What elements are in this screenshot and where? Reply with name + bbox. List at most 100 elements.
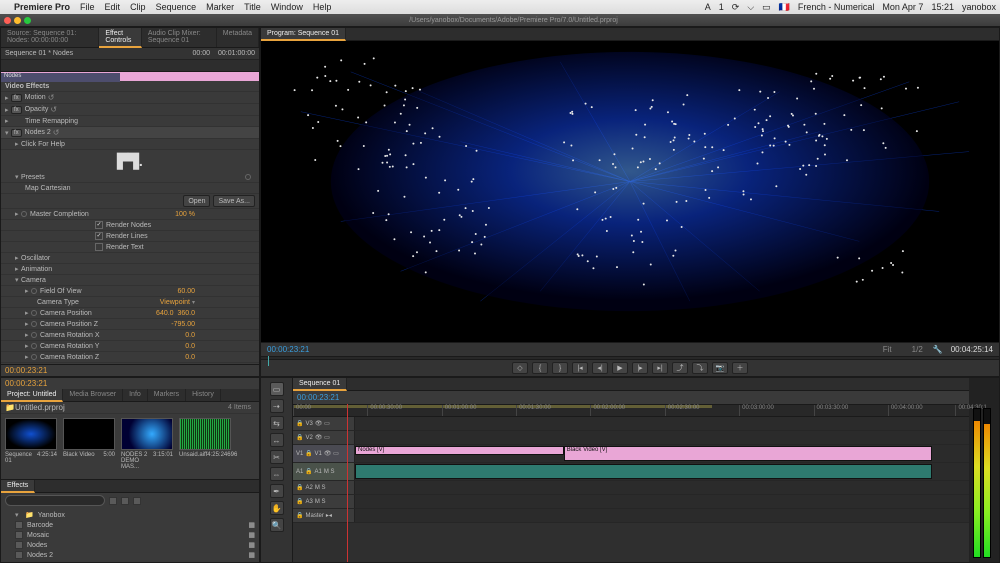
program-fit[interactable]: Fit — [883, 345, 892, 354]
fx-preset-icon[interactable] — [109, 497, 117, 505]
save-as-button[interactable]: Save As... — [213, 195, 255, 207]
step-back-button[interactable]: ◂| — [592, 362, 608, 374]
track-v1[interactable]: V1 🔒 V1 👁 ▭ Nodes [V] Black Video [V] — [293, 445, 969, 463]
program-res[interactable]: 1/2 — [912, 345, 923, 354]
wifi-icon[interactable]: ⌵ — [747, 2, 754, 13]
track-select-tool[interactable]: ⇢ — [270, 399, 284, 413]
thumb-sequence[interactable]: Sequence 014:25:14 — [5, 418, 57, 470]
render-lines[interactable]: Render Lines — [1, 231, 259, 242]
track-a3[interactable]: 🔒 A3 M S — [293, 495, 969, 509]
tab-audio-mixer[interactable]: Audio Clip Mixer: Sequence 01 — [142, 28, 217, 47]
step-fwd-button[interactable]: |▸ — [632, 362, 648, 374]
click-for-help[interactable]: ▸Click For Help — [1, 139, 259, 150]
zoom-tool[interactable]: 🔍 — [270, 518, 284, 532]
program-preview[interactable] — [261, 41, 999, 342]
fx-yuv-icon[interactable] — [133, 497, 141, 505]
tab-effects[interactable]: Effects — [1, 480, 35, 493]
camera-rotation-y[interactable]: ▸Camera Rotation Y0.0 — [1, 341, 259, 352]
lift-button[interactable]: ⤴ — [672, 362, 688, 374]
render-nodes[interactable]: Render Nodes — [1, 220, 259, 231]
menu-window[interactable]: Window — [271, 2, 303, 12]
ec-mini-ruler[interactable] — [1, 60, 259, 72]
hand-tool[interactable]: ✋ — [270, 501, 284, 515]
tab-timeline-seq[interactable]: Sequence 01 — [293, 378, 347, 391]
open-button[interactable]: Open — [183, 195, 210, 207]
track-a2[interactable]: 🔒 A2 M S — [293, 481, 969, 495]
tab-metadata[interactable]: Metadata — [217, 28, 259, 47]
preset-name[interactable]: Map Cartesian — [1, 183, 259, 194]
camera-position[interactable]: ▸Camera Position640.0 360.0 — [1, 308, 259, 319]
track-a1[interactable]: A1 🔒 A1 M S — [293, 463, 969, 481]
add-marker-button[interactable]: ◇ — [512, 362, 528, 374]
app-name[interactable]: Premiere Pro — [14, 2, 70, 12]
clip-black-video[interactable]: Black Video [V] — [564, 446, 932, 461]
tab-source[interactable]: Source: Sequence 01: Nodes: 00:00:00:00 — [1, 28, 99, 47]
render-text[interactable]: Render Text — [1, 242, 259, 253]
thumb-nodes-demo[interactable]: NODES 2 DEMO MAS...3:15:01 — [121, 418, 173, 470]
menu-help[interactable]: Help — [313, 2, 332, 12]
thumb-audio[interactable]: Unsaid.aiff4:25:24696 — [179, 418, 231, 470]
project-tc[interactable]: 00:00:23:21 — [1, 378, 259, 389]
camera-position-z[interactable]: ▸Camera Position Z-795.00 — [1, 319, 259, 330]
timeline-tc[interactable]: 00:00:23:21 — [297, 393, 339, 402]
effects-search-input[interactable] — [5, 495, 105, 506]
work-area-bar[interactable] — [293, 405, 712, 408]
tab-project[interactable]: Project: Untitled — [1, 389, 63, 402]
track-v3[interactable]: 🔒 V3 👁 ▭ — [293, 417, 969, 431]
menu-edit[interactable]: Edit — [105, 2, 121, 12]
group-oscillator[interactable]: ▸Oscillator — [1, 253, 259, 264]
clip-nodes[interactable]: Nodes [V] — [355, 446, 564, 455]
ec-clip-nodes[interactable]: Nodes — [1, 73, 120, 82]
timeline-ruler[interactable]: 00:00 00:00:30:00 00:01:00:00 00:01:30:0… — [293, 405, 969, 417]
menu-file[interactable]: File — [80, 2, 95, 12]
slip-tool[interactable]: ⇔ — [270, 467, 284, 481]
export-frame-button[interactable]: 📷 — [712, 362, 728, 374]
battery-icon[interactable]: ▭ — [762, 2, 771, 13]
ec-timecode[interactable]: 00:00:23:21 — [1, 364, 259, 376]
fx-32bit-icon[interactable] — [121, 497, 129, 505]
adobe-icon[interactable]: A — [705, 2, 711, 12]
playhead[interactable] — [347, 404, 348, 563]
track-v2[interactable]: 🔒 V2 👁 ▭ — [293, 431, 969, 445]
fx-motion[interactable]: ▸fxMotion↺ — [1, 92, 259, 104]
master-completion[interactable]: ▸Master Completion100 % — [1, 209, 259, 220]
input-lang[interactable]: French - Numerical — [798, 2, 875, 12]
program-tc-current[interactable]: 00:00:23:21 — [267, 345, 309, 354]
field-of-view[interactable]: ▸Field Of View60.00 — [1, 286, 259, 297]
fx-mosaic[interactable]: Mosaic▦ — [5, 530, 255, 540]
presets-row[interactable]: ▾Presets — [1, 172, 259, 183]
tab-media-browser[interactable]: Media Browser — [63, 389, 123, 401]
menu-marker[interactable]: Marker — [206, 2, 234, 12]
rate-stretch-tool[interactable]: ↔ — [270, 433, 284, 447]
mark-out-button[interactable]: } — [552, 362, 568, 374]
flag-icon[interactable]: 🇫🇷 — [779, 2, 790, 13]
program-ruler[interactable] — [261, 356, 999, 360]
selection-tool[interactable]: ▭ — [270, 382, 284, 396]
clip-audio[interactable] — [355, 464, 932, 479]
minimize-icon[interactable] — [14, 17, 21, 24]
menu-title[interactable]: Title — [244, 2, 261, 12]
tab-program[interactable]: Program: Sequence 01 — [261, 28, 346, 41]
close-icon[interactable] — [4, 17, 11, 24]
button-editor[interactable]: ＋ — [732, 362, 748, 374]
wrench-icon[interactable]: 🔧 — [933, 345, 943, 354]
tab-markers[interactable]: Markers — [148, 389, 186, 401]
zoom-icon[interactable] — [24, 17, 31, 24]
menubar-user[interactable]: yanobox — [962, 2, 996, 12]
fx-folder-yanobox[interactable]: ▾📁 Yanobox — [5, 510, 255, 520]
play-button[interactable]: ▶ — [612, 362, 628, 374]
menu-clip[interactable]: Clip — [130, 2, 146, 12]
fx-barcode[interactable]: Barcode▦ — [5, 520, 255, 530]
goto-out-button[interactable]: ▸| — [652, 362, 668, 374]
track-master[interactable]: 🔒 Master ▸◂ — [293, 509, 969, 523]
sync-icon[interactable]: ⟳ — [732, 2, 740, 13]
razor-tool[interactable]: ✂ — [270, 450, 284, 464]
group-camera[interactable]: ▾Camera — [1, 275, 259, 286]
ripple-tool[interactable]: ⇆ — [270, 416, 284, 430]
camera-rotation-x[interactable]: ▸Camera Rotation X0.0 — [1, 330, 259, 341]
fx-nodes2[interactable]: Nodes 2▦ — [5, 550, 255, 560]
pen-tool[interactable]: ✒ — [270, 484, 284, 498]
fx-opacity[interactable]: ▸fxOpacity↺ — [1, 104, 259, 116]
menu-sequence[interactable]: Sequence — [156, 2, 197, 12]
tab-effect-controls[interactable]: Effect Controls — [99, 28, 142, 48]
